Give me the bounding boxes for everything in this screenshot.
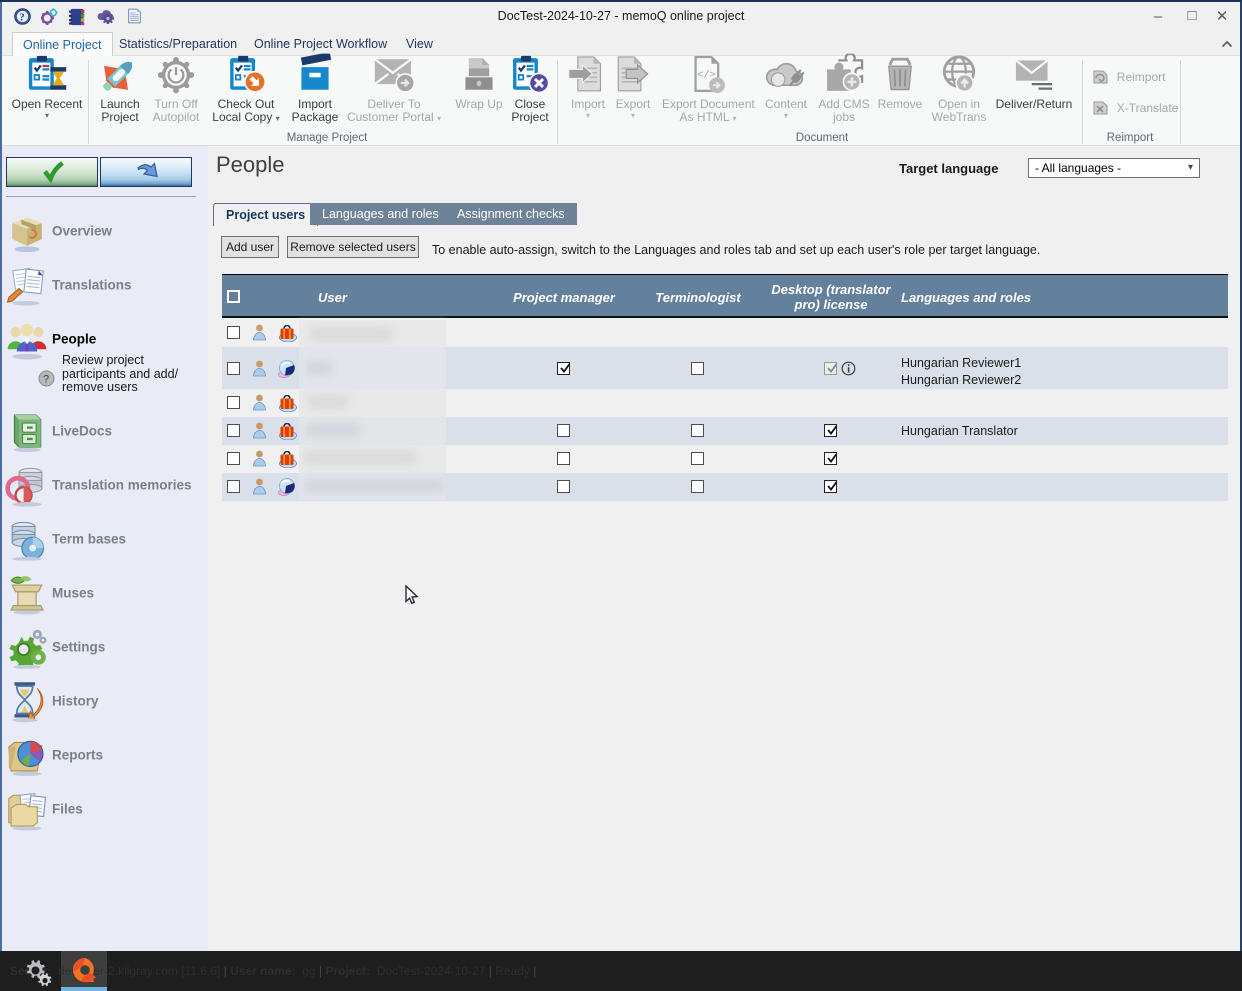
svg-text:?: ? <box>19 12 25 24</box>
svg-text:?: ? <box>43 374 49 386</box>
